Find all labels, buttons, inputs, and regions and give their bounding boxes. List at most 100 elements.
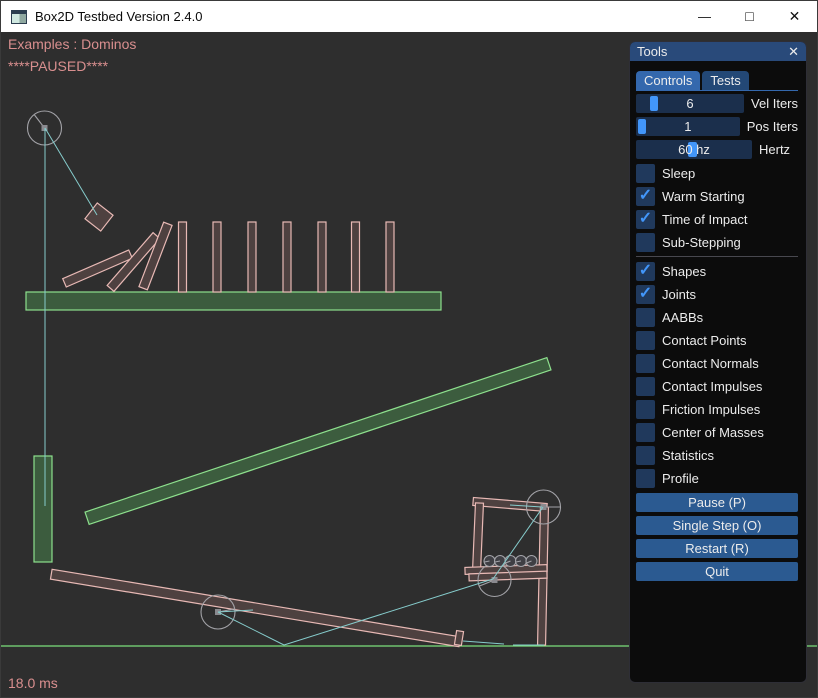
dynamic-body-rect[interactable] bbox=[473, 503, 484, 571]
slider-group: 6 Vel Iters 1 Pos Iters 60 hz Hertz bbox=[636, 94, 798, 159]
slider-hertz[interactable]: 60 hz bbox=[636, 140, 752, 159]
check-icon: ✓ bbox=[639, 262, 652, 279]
static-body-rect bbox=[26, 292, 441, 310]
checkbox-contact-points[interactable] bbox=[636, 331, 655, 350]
check-icon: ✓ bbox=[639, 285, 652, 302]
slider-label: Hertz bbox=[759, 142, 790, 157]
minimize-button[interactable]: — bbox=[682, 1, 727, 32]
checkbox-label: Sleep bbox=[662, 166, 695, 181]
dynamic-body-rect[interactable] bbox=[352, 222, 360, 292]
checkbox-label: Contact Points bbox=[662, 333, 747, 348]
static-body-rect bbox=[34, 456, 52, 562]
frame-time-label: 18.0 ms bbox=[8, 675, 58, 691]
checkbox-row-time-of-impact: ✓ Time of Impact bbox=[636, 210, 798, 229]
separator bbox=[636, 256, 798, 257]
slider-vel-iters[interactable]: 6 bbox=[636, 94, 744, 113]
dynamic-body-rect[interactable] bbox=[85, 203, 113, 231]
tab-controls[interactable]: Controls bbox=[636, 71, 700, 90]
dynamic-body-rect[interactable] bbox=[386, 222, 394, 292]
app-window: Box2D Testbed Version 2.4.0 — □ ✕ Exampl… bbox=[0, 0, 818, 698]
slider-row-hertz: 60 hz Hertz bbox=[636, 140, 798, 159]
tools-close-icon[interactable]: ✕ bbox=[788, 42, 799, 61]
checkbox-row-warm-starting: ✓ Warm Starting bbox=[636, 187, 798, 206]
checkbox-label: Friction Impulses bbox=[662, 402, 760, 417]
dynamic-body-rect[interactable] bbox=[248, 222, 256, 292]
joint-line bbox=[463, 641, 504, 644]
restart-button[interactable]: Restart (R) bbox=[636, 539, 798, 558]
window-titlebar[interactable]: Box2D Testbed Version 2.4.0 — □ ✕ bbox=[1, 1, 818, 32]
checkbox-warm-starting[interactable]: ✓ bbox=[636, 187, 655, 206]
slider-value: 60 hz bbox=[636, 140, 752, 159]
checkbox-shapes[interactable]: ✓ bbox=[636, 262, 655, 281]
checkbox-sub-stepping[interactable] bbox=[636, 233, 655, 252]
dynamic-body-rect[interactable] bbox=[454, 631, 463, 646]
checkbox-row-center-of-masses: Center of Masses bbox=[636, 423, 798, 442]
joint-line bbox=[218, 612, 284, 645]
window-title: Box2D Testbed Version 2.4.0 bbox=[35, 9, 202, 24]
checkbox-label: Center of Masses bbox=[662, 425, 764, 440]
check-icon: ✓ bbox=[639, 210, 652, 227]
checkbox-profile[interactable] bbox=[636, 469, 655, 488]
slider-value: 1 bbox=[636, 117, 740, 136]
checkbox-row-shapes: ✓ Shapes bbox=[636, 262, 798, 281]
check-icon: ✓ bbox=[639, 187, 652, 204]
checkbox-contact-impulses[interactable] bbox=[636, 377, 655, 396]
close-button[interactable]: ✕ bbox=[772, 1, 817, 32]
checkbox-row-contact-impulses: Contact Impulses bbox=[636, 377, 798, 396]
simulation-canvas[interactable]: Examples : Dominos ****PAUSED**** 18.0 m… bbox=[1, 32, 818, 698]
checkbox-label: Contact Normals bbox=[662, 356, 759, 371]
checkbox-label: Time of Impact bbox=[662, 212, 747, 227]
slider-value: 6 bbox=[636, 94, 744, 113]
slider-label: Vel Iters bbox=[751, 96, 798, 111]
slider-row-pos-iters: 1 Pos Iters bbox=[636, 117, 798, 136]
checkbox-row-sub-stepping: Sub-Stepping bbox=[636, 233, 798, 252]
checkbox-time-of-impact[interactable]: ✓ bbox=[636, 210, 655, 229]
tools-panel-titlebar[interactable]: Tools ✕ bbox=[630, 42, 806, 61]
checkbox-friction-impulses[interactable] bbox=[636, 400, 655, 419]
checkbox-contact-normals[interactable] bbox=[636, 354, 655, 373]
checkbox-row-aabbs: AABBs bbox=[636, 308, 798, 327]
solver-checkboxes: Sleep ✓ Warm Starting ✓ Time of Impact Sub-St… bbox=[636, 164, 798, 252]
checkbox-joints[interactable]: ✓ bbox=[636, 285, 655, 304]
joint-line bbox=[45, 128, 97, 215]
checkbox-center-of-masses[interactable] bbox=[636, 423, 655, 442]
window-controls: — □ ✕ bbox=[682, 1, 817, 32]
single-step-button[interactable]: Single Step (O) bbox=[636, 516, 798, 535]
maximize-button[interactable]: □ bbox=[727, 1, 772, 32]
slider-row-vel-iters: 6 Vel Iters bbox=[636, 94, 798, 113]
checkbox-row-statistics: Statistics bbox=[636, 446, 798, 465]
paused-label: ****PAUSED**** bbox=[8, 58, 108, 74]
checkbox-row-contact-points: Contact Points bbox=[636, 331, 798, 350]
tab-bar: ControlsTests bbox=[636, 71, 798, 91]
pause-button[interactable]: Pause (P) bbox=[636, 493, 798, 512]
checkbox-label: Joints bbox=[662, 287, 696, 302]
quit-button[interactable]: Quit bbox=[636, 562, 798, 581]
checkbox-sleep[interactable] bbox=[636, 164, 655, 183]
checkbox-row-friction-impulses: Friction Impulses bbox=[636, 400, 798, 419]
tools-panel-title: Tools bbox=[637, 44, 667, 59]
center-marker bbox=[492, 577, 498, 583]
checkbox-statistics[interactable] bbox=[636, 446, 655, 465]
checkbox-label: Warm Starting bbox=[662, 189, 745, 204]
dynamic-body-rect[interactable] bbox=[50, 569, 460, 646]
tab-tests[interactable]: Tests bbox=[702, 71, 748, 90]
dynamic-body-rect[interactable] bbox=[318, 222, 326, 292]
slider-label: Pos Iters bbox=[747, 119, 798, 134]
checkbox-row-contact-normals: Contact Normals bbox=[636, 354, 798, 373]
dynamic-body-rect[interactable] bbox=[283, 222, 291, 292]
dynamic-body-rect[interactable] bbox=[213, 222, 221, 292]
checkbox-label: Statistics bbox=[662, 448, 714, 463]
checkbox-label: Contact Impulses bbox=[662, 379, 762, 394]
checkbox-row-sleep: Sleep bbox=[636, 164, 798, 183]
action-buttons: Pause (P) Single Step (O) Restart (R) Quit bbox=[636, 493, 798, 581]
checkbox-label: Sub-Stepping bbox=[662, 235, 741, 250]
checkbox-aabbs[interactable] bbox=[636, 308, 655, 327]
slider-pos-iters[interactable]: 1 bbox=[636, 117, 740, 136]
dynamic-body-rect[interactable] bbox=[179, 222, 187, 292]
checkbox-label: AABBs bbox=[662, 310, 703, 325]
checkbox-label: Shapes bbox=[662, 264, 706, 279]
checkbox-row-profile: Profile bbox=[636, 469, 798, 488]
checkbox-label: Profile bbox=[662, 471, 699, 486]
checkbox-row-joints: ✓ Joints bbox=[636, 285, 798, 304]
example-label: Examples : Dominos bbox=[8, 36, 136, 52]
